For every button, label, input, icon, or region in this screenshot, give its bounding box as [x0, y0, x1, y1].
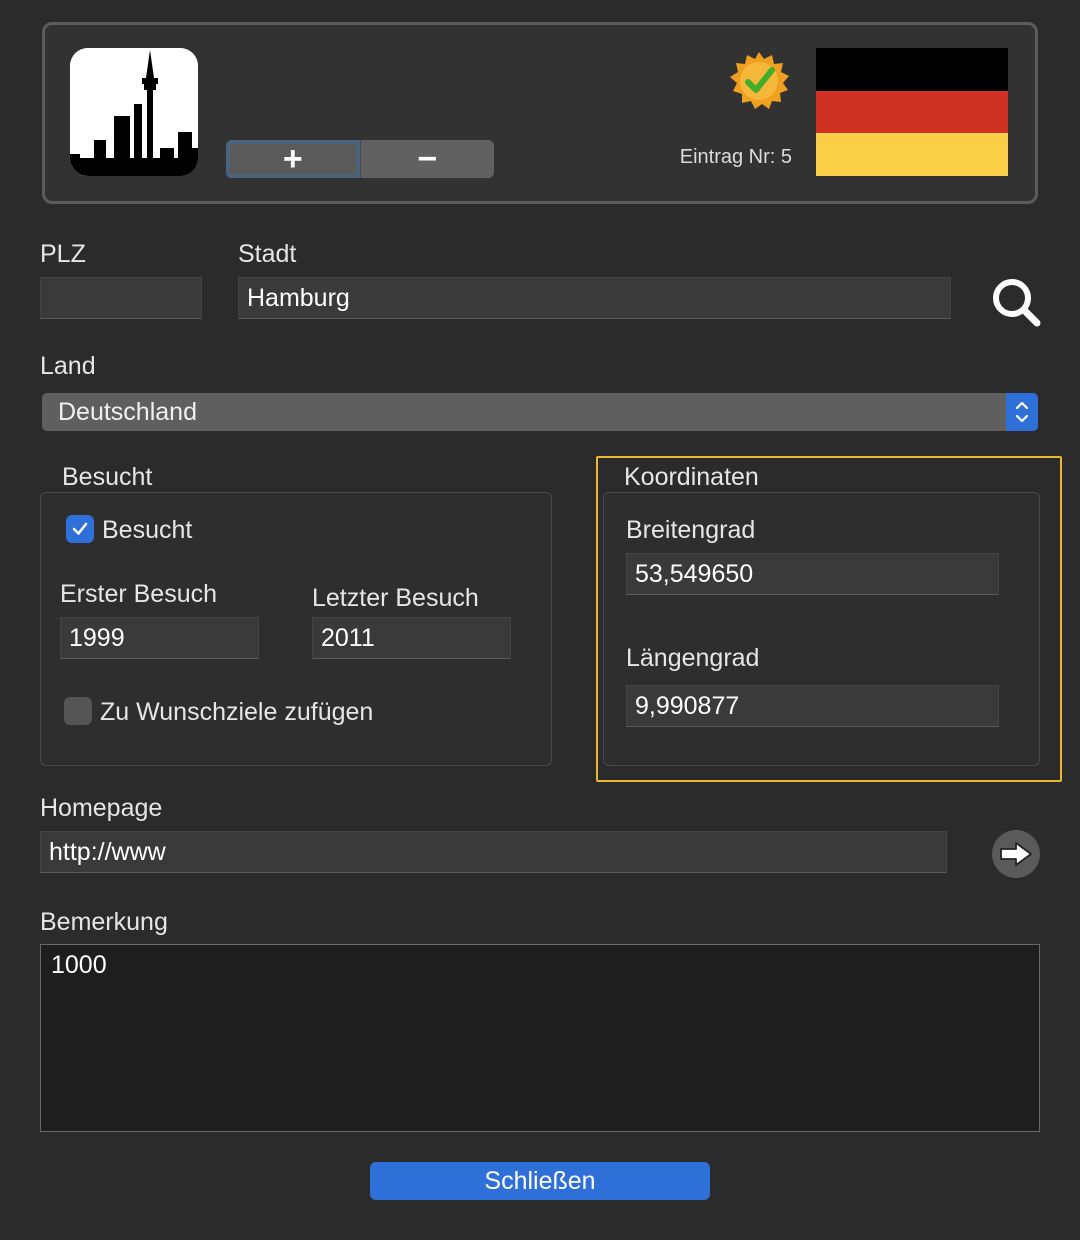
latitude-field[interactable]: 53,549650 [626, 553, 999, 595]
visited-group-title: Besucht [62, 463, 153, 491]
updown-chevron-icon [1006, 393, 1038, 431]
country-select[interactable]: Deutschland [42, 393, 1038, 431]
visited-checkbox[interactable] [66, 515, 94, 543]
longitude-field[interactable]: 9,990877 [626, 685, 999, 727]
first-visit-label: Erster Besuch [60, 580, 218, 608]
latitude-label: Breitengrad [626, 516, 756, 544]
remove-entry-button[interactable]: − [360, 140, 494, 178]
first-visit-field[interactable]: 1999 [60, 617, 259, 659]
visited-checkbox-label: Besucht [102, 516, 193, 544]
country-select-value: Deutschland [58, 397, 197, 426]
wishlist-checkbox[interactable] [64, 697, 92, 725]
city-skyline-icon [70, 48, 198, 176]
close-button[interactable]: Schließen [370, 1162, 710, 1200]
remark-label: Bemerkung [40, 908, 168, 936]
wishlist-checkbox-label: Zu Wunschziele zufügen [100, 698, 374, 726]
open-homepage-button[interactable] [992, 830, 1040, 878]
last-visit-label: Letzter Besuch [312, 584, 479, 612]
country-label: Land [40, 352, 96, 380]
checkmark-icon [72, 522, 88, 535]
flag-stripe-gold [816, 133, 1008, 177]
arrow-right-icon [1000, 842, 1032, 866]
add-entry-button[interactable]: + [226, 140, 360, 178]
search-icon[interactable] [990, 276, 1042, 328]
flag-stripe-black [816, 48, 1008, 91]
last-visit-field[interactable]: 2011 [312, 617, 511, 659]
longitude-label: Längengrad [626, 644, 760, 672]
plz-field[interactable] [40, 277, 202, 319]
plz-label: PLZ [40, 240, 86, 268]
city-field[interactable]: Hamburg [238, 277, 951, 319]
add-remove-segmented-control: + − [226, 140, 494, 178]
city-label: Stadt [238, 240, 297, 268]
entry-number-label: Eintrag Nr: 5 [679, 146, 792, 168]
germany-flag-icon [816, 48, 1008, 177]
remark-textarea[interactable]: 1000 [40, 944, 1040, 1132]
homepage-field[interactable]: http://www [40, 831, 947, 873]
verified-badge-icon [728, 50, 790, 112]
homepage-label: Homepage [40, 794, 163, 822]
coordinates-group-title: Koordinaten [624, 463, 759, 491]
flag-stripe-red [816, 90, 1008, 134]
